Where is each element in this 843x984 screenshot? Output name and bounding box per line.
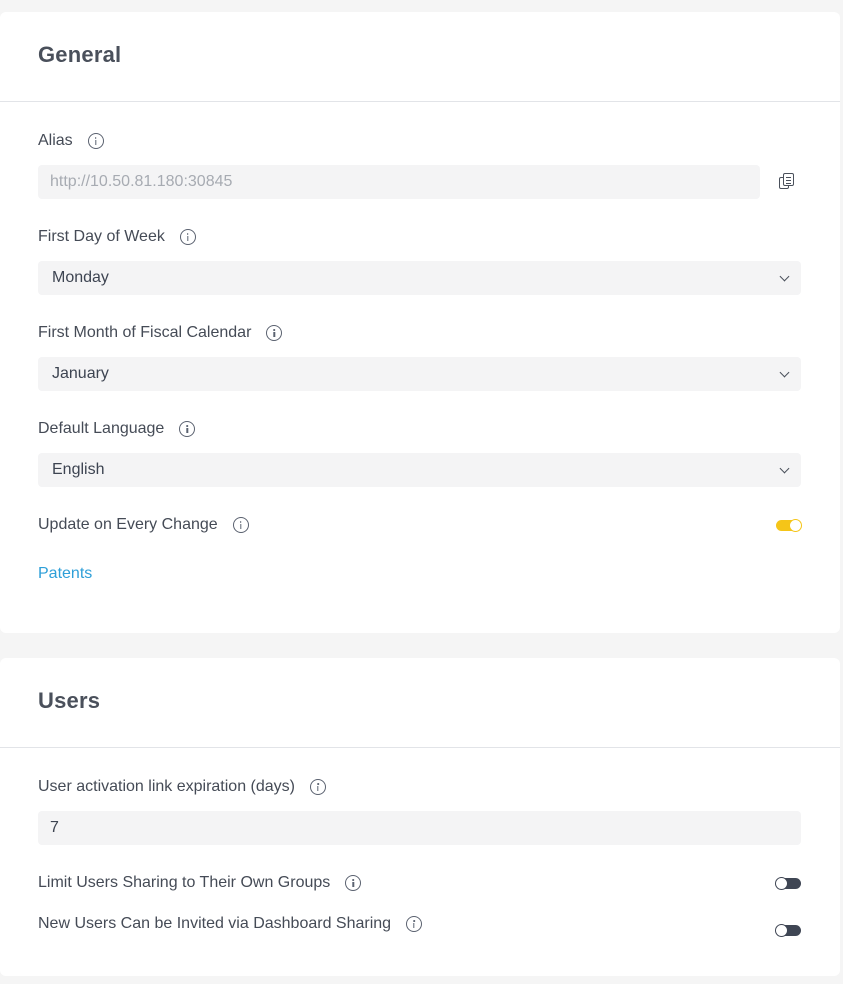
alias-label: Alias [38,132,73,149]
limit-sharing-toggle[interactable] [775,877,801,890]
first-month-fiscal-label-row: First Month of Fiscal Calendar [38,322,283,344]
toggle-knob [775,877,788,890]
general-divider [0,101,840,102]
activation-expiration-input[interactable]: 7 [38,811,801,845]
invite-via-sharing-label-row: New Users Can be Invited via Dashboard S… [38,913,423,935]
first-month-fiscal-select[interactable]: January [38,357,801,391]
default-language-value: English [52,461,105,478]
first-month-fiscal-info-icon[interactable] [266,325,283,341]
chevron-down-icon [779,367,790,378]
copy-icon[interactable] [779,173,795,191]
first-month-fiscal-label: First Month of Fiscal Calendar [38,324,252,341]
invite-via-sharing-info-icon[interactable] [406,916,423,932]
first-day-of-week-select[interactable]: Monday [38,261,801,295]
patents-link[interactable]: Patents [38,565,92,583]
invite-via-sharing-toggle[interactable] [775,924,801,937]
default-language-label: Default Language [38,420,165,437]
first-day-of-week-info-icon[interactable] [179,229,196,245]
users-card: Users User activation link expiration (d… [0,658,840,976]
activation-expiration-label: User activation link expiration (days) [38,778,295,795]
default-language-label-row: Default Language [38,418,196,440]
update-on-every-change-info-icon[interactable] [232,517,249,533]
toggle-knob [789,519,802,532]
update-on-every-change-toggle[interactable] [776,519,802,532]
alias-info-icon[interactable] [87,133,104,149]
toggle-knob [775,924,788,937]
alias-label-row: Alias [38,130,104,152]
chevron-down-icon [779,271,790,282]
limit-sharing-label: Limit Users Sharing to Their Own Groups [38,874,331,891]
limit-sharing-label-row: Limit Users Sharing to Their Own Groups [38,872,362,894]
users-divider [0,747,840,748]
update-on-every-change-label: Update on Every Change [38,516,218,533]
default-language-select[interactable]: English [38,453,801,487]
activation-expiration-info-icon[interactable] [310,779,326,795]
chevron-down-icon [779,463,790,474]
update-on-every-change-label-row: Update on Every Change [38,514,249,536]
limit-sharing-info-icon[interactable] [345,875,362,891]
general-title: General [38,42,122,67]
first-day-of-week-label: First Day of Week [38,228,165,245]
alias-input[interactable]: http://10.50.81.180:30845 [38,165,760,199]
default-language-info-icon[interactable] [179,421,196,437]
first-day-of-week-value: Monday [52,269,109,286]
activation-expiration-label-row: User activation link expiration (days) [38,776,326,798]
users-title: Users [38,688,101,713]
general-card: General Alias http://10.50.81.180:30845 … [0,12,840,633]
first-month-fiscal-value: January [52,365,109,382]
first-day-of-week-label-row: First Day of Week [38,226,196,248]
invite-via-sharing-label: New Users Can be Invited via Dashboard S… [38,915,392,932]
